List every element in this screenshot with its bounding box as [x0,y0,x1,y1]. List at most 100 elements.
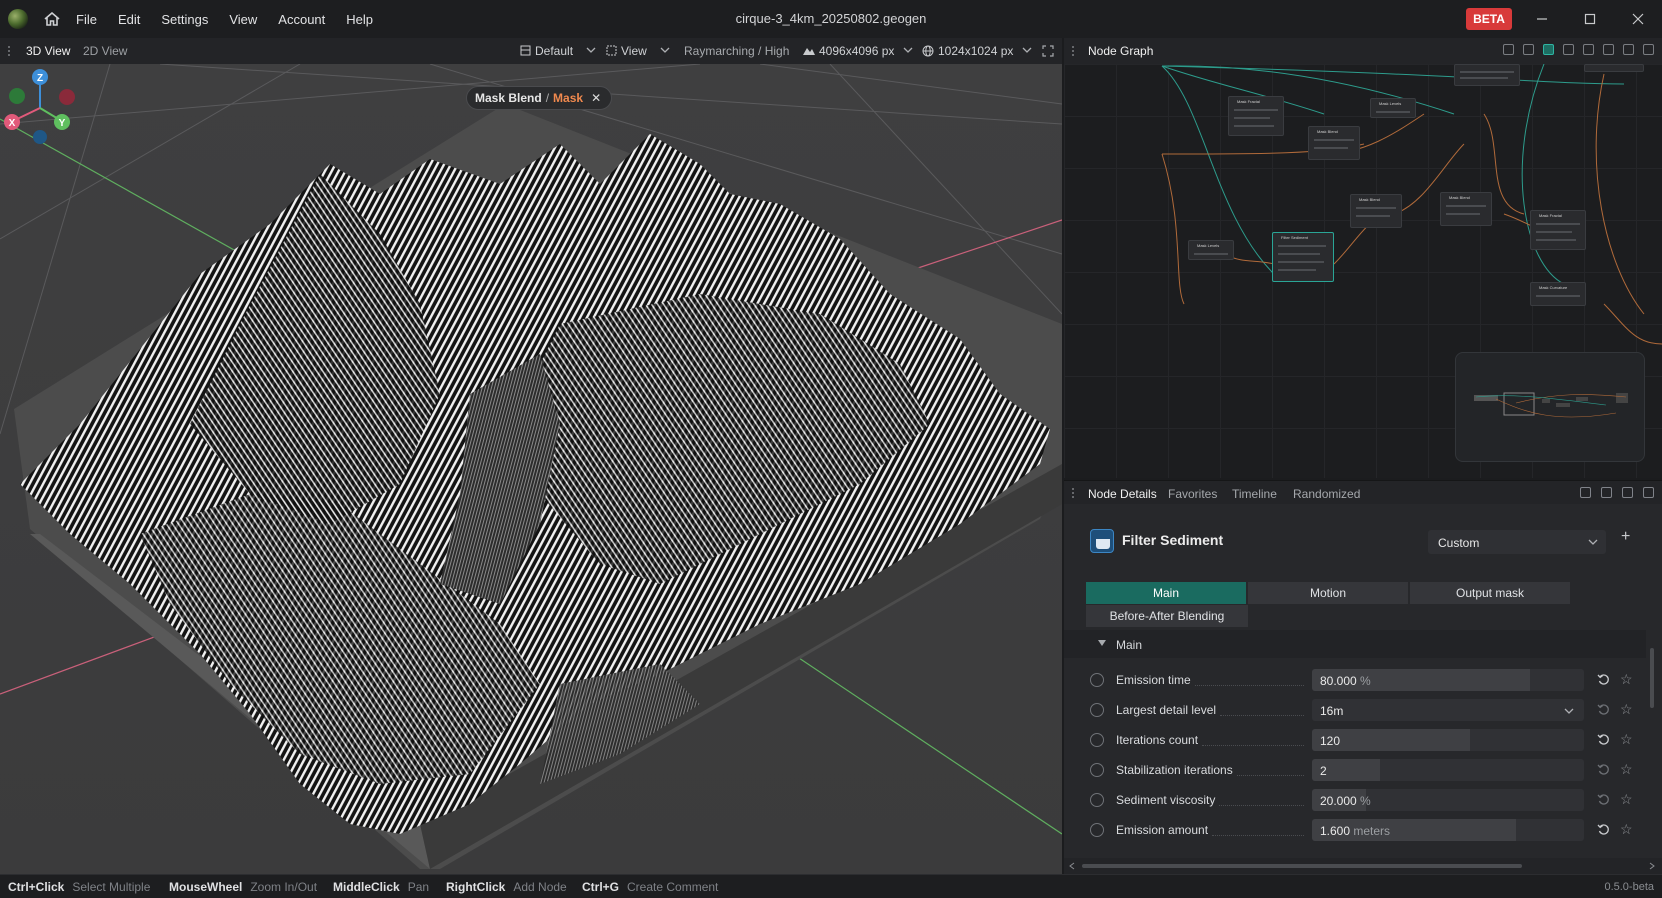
maximize-button[interactable] [1578,8,1602,30]
tab-timeline[interactable]: Timeline [1232,487,1277,501]
param-tab-output-mask[interactable]: Output mask [1410,582,1570,604]
details-vertical-scrollbar[interactable] [1648,632,1656,850]
node-mask-levels[interactable]: Mask Levels [1188,240,1234,260]
scroll-left-icon[interactable] [1068,862,1076,870]
menu-help[interactable]: Help [346,12,373,27]
tab-favorites[interactable]: Favorites [1168,487,1217,501]
menu-account[interactable]: Account [278,12,325,27]
layers-icon[interactable] [1563,44,1574,55]
axis-neg-y-handle[interactable] [9,88,25,104]
param-slider[interactable]: 2 [1312,759,1584,781]
axis-neg-z-handle[interactable] [33,130,47,144]
reset-icon[interactable] [1597,763,1610,776]
chevron-down-icon[interactable] [903,46,913,54]
section-main[interactable]: Main [1064,630,1646,658]
tab-2d-view[interactable]: 2D View [83,44,127,58]
node-graph-node[interactable] [1584,64,1644,72]
home-icon[interactable] [44,12,60,26]
breadcrumb-output[interactable]: Mask [553,91,583,105]
param-slider[interactable]: 80.000 % [1312,669,1584,691]
param-enable-radio[interactable] [1090,703,1104,717]
param-tab-before-after-blending[interactable]: Before-After Blending [1086,605,1248,627]
favorite-star-icon[interactable]: ☆ [1620,731,1633,748]
3d-viewport[interactable]: Mask Blend / Mask ✕ Z X Y [0,64,1062,874]
node-mask-fractal[interactable]: Mask Fractal [1530,210,1586,250]
param-enable-radio[interactable] [1090,763,1104,777]
param-tab-main[interactable]: Main [1086,582,1246,604]
zoom-100-icon[interactable] [1623,44,1634,55]
param-dropdown[interactable]: 16m [1312,699,1584,721]
minimize-button[interactable] [1530,8,1554,30]
param-slider[interactable]: 1.600 meters [1312,819,1584,841]
reset-icon[interactable] [1597,673,1610,686]
terrain-resolution-dropdown[interactable]: 4096x4096 px [819,44,894,58]
param-slider[interactable]: 20.000 % [1312,789,1584,811]
axis-gizmo[interactable]: Z X Y [0,64,82,144]
add-preset-icon[interactable]: + [1621,528,1630,546]
param-enable-radio[interactable] [1090,733,1104,747]
search-icon[interactable] [1580,487,1591,498]
beta-badge[interactable]: BETA [1466,8,1512,30]
preview-resolution-dropdown[interactable]: 1024x1024 px [938,44,1013,58]
more-icon[interactable] [1622,487,1633,498]
scroll-right-icon[interactable] [1648,862,1656,870]
node-filter-sediment[interactable]: Filter Sediment [1272,232,1334,282]
axis-neg-x-handle[interactable] [59,89,75,105]
tab-node-details[interactable]: Node Details [1088,487,1157,501]
node-mask-levels[interactable]: Mask Levels [1370,98,1416,118]
favorite-star-icon[interactable]: ☆ [1620,671,1633,688]
list-icon[interactable] [1523,44,1534,55]
fullscreen-icon[interactable] [1643,487,1654,498]
tab-3d-view[interactable]: 3D View [26,44,70,58]
menu-settings[interactable]: Settings [161,12,208,27]
reset-icon[interactable] [1597,733,1610,746]
node-mask-curvature[interactable]: Mask Curvature [1530,282,1586,306]
diamond-icon[interactable] [1601,487,1612,498]
menu-view[interactable]: View [229,12,257,27]
param-enable-radio[interactable] [1090,673,1104,687]
favorite-star-icon[interactable]: ☆ [1620,791,1633,808]
collapse-icon[interactable] [1583,44,1594,55]
node-mask-blend[interactable]: Mask Blend [1440,192,1492,226]
fullscreen-icon[interactable] [1643,44,1654,55]
menu-file[interactable]: File [76,12,97,27]
reset-icon[interactable] [1597,823,1610,836]
drag-handle-icon[interactable] [1071,45,1075,57]
fullscreen-icon[interactable] [1042,45,1054,57]
preview-toggle-icon[interactable] [1543,44,1554,55]
param-slider[interactable]: 120 [1312,729,1584,751]
node-mask-blend[interactable]: Mask Blend [1350,194,1402,228]
drag-handle-icon[interactable] [1071,487,1075,499]
menu-edit[interactable]: Edit [118,12,140,27]
favorite-star-icon[interactable]: ☆ [1620,701,1633,718]
frame-all-icon[interactable] [1603,44,1614,55]
chevron-down-icon[interactable] [660,46,670,54]
drag-handle-icon[interactable] [7,45,11,57]
render-mode-label[interactable]: Raymarching / High [684,44,789,58]
reset-icon[interactable] [1597,793,1610,806]
node-graph-minimap[interactable] [1455,352,1645,462]
chevron-down-icon[interactable] [586,46,596,54]
details-horizontal-scrollbar[interactable] [1064,858,1662,874]
favorite-star-icon[interactable]: ☆ [1620,761,1633,778]
param-enable-radio[interactable] [1090,793,1104,807]
breadcrumb[interactable]: Mask Blend / Mask ✕ [466,86,613,110]
view-dropdown[interactable]: View [621,44,647,58]
tab-randomized[interactable]: Randomized [1293,487,1360,501]
preset-dropdown[interactable]: Custom [1428,530,1606,554]
close-window-button[interactable] [1626,8,1650,30]
param-enable-radio[interactable] [1090,823,1104,837]
chevron-down-icon[interactable] [1022,46,1032,54]
param-tab-motion[interactable]: Motion [1248,582,1408,604]
node-mask-blend[interactable]: Mask Blend [1308,126,1360,160]
node-graph-node[interactable] [1454,64,1520,86]
reset-icon[interactable] [1597,703,1610,716]
layout-dropdown[interactable]: Default [535,44,573,58]
node-mask-fractal[interactable]: Mask Fractal [1228,96,1284,136]
breadcrumb-node[interactable]: Mask Blend [475,91,542,105]
node-graph-canvas[interactable]: Mask Fractal Mask Blend Mask Levels Mask… [1064,64,1662,478]
node-graph-title[interactable]: Node Graph [1088,44,1153,58]
close-breadcrumb-icon[interactable]: ✕ [591,91,601,105]
search-icon[interactable] [1503,44,1514,55]
favorite-star-icon[interactable]: ☆ [1620,821,1633,838]
